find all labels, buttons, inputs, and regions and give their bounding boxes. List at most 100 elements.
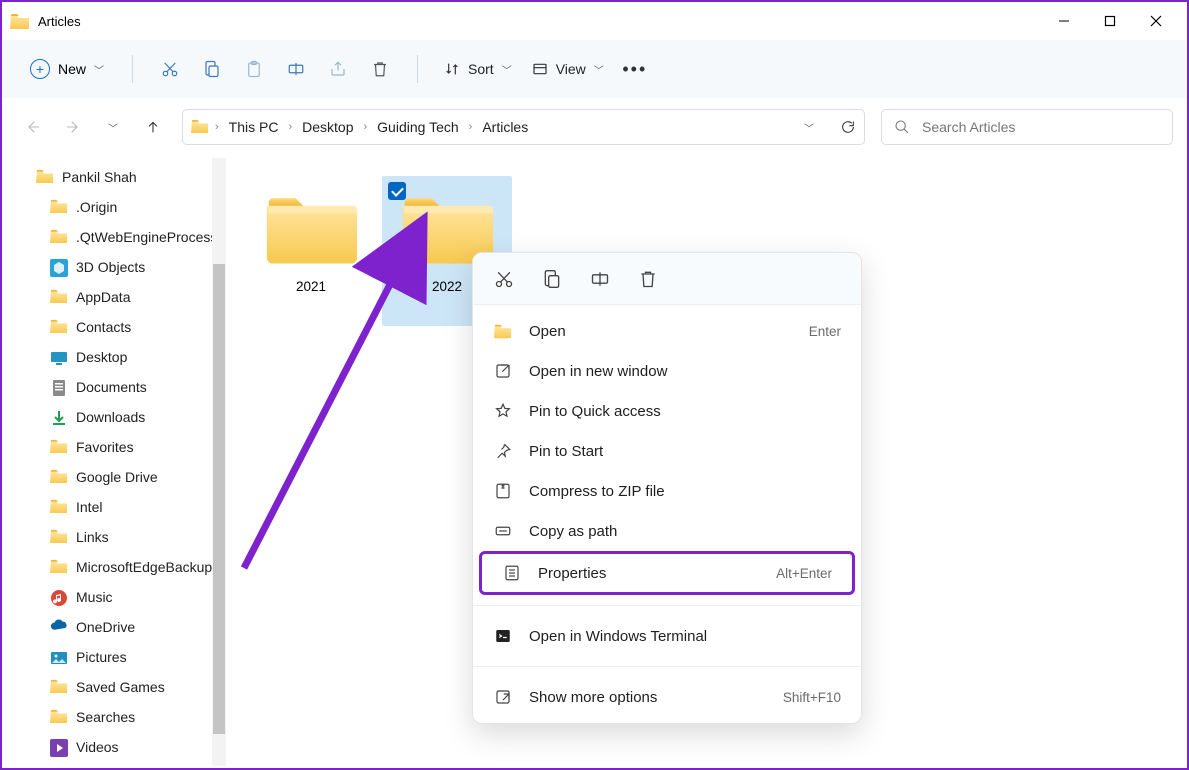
rename-button[interactable] bbox=[277, 50, 315, 88]
share-button[interactable] bbox=[319, 50, 357, 88]
tree-item-label: Searches bbox=[76, 709, 135, 725]
address-bar[interactable]: › This PC› Desktop› Guiding Tech› Articl… bbox=[182, 109, 865, 145]
context-menu-item-properties[interactable]: PropertiesAlt+Enter bbox=[479, 551, 855, 595]
maximize-button[interactable] bbox=[1087, 5, 1133, 37]
folder-icon bbox=[36, 169, 54, 185]
sort-icon bbox=[444, 61, 460, 77]
tree-item[interactable]: Videos bbox=[36, 732, 226, 762]
chevron-down-icon: ﹀ bbox=[594, 62, 604, 77]
folder-item[interactable]: 2021 bbox=[246, 176, 376, 326]
folder-icon bbox=[10, 13, 30, 29]
breadcrumb[interactable]: Articles bbox=[478, 117, 532, 137]
command-bar: + New ﹀ Sort ﹀ View ﹀ ••• bbox=[2, 40, 1187, 98]
delete-button[interactable] bbox=[361, 50, 399, 88]
star-icon bbox=[493, 401, 513, 421]
cut-button[interactable] bbox=[151, 50, 189, 88]
tree-item[interactable]: Desktop bbox=[36, 342, 226, 372]
tree-item-label: .Origin bbox=[76, 199, 117, 215]
navigation-pane[interactable]: Pankil Shah .Origin .QtWebEngineProcess3D… bbox=[4, 158, 226, 766]
tree-item-label: Favorites bbox=[76, 439, 134, 455]
more-button[interactable]: ••• bbox=[616, 50, 654, 88]
copy-icon[interactable] bbox=[541, 268, 563, 290]
tree-item[interactable]: .QtWebEngineProcess bbox=[36, 222, 226, 252]
properties-icon bbox=[502, 563, 522, 583]
tree-item-label: Desktop bbox=[76, 349, 127, 365]
context-menu-item-pin[interactable]: Pin to Start bbox=[473, 431, 861, 471]
breadcrumb[interactable]: This PC bbox=[225, 117, 283, 137]
paste-button[interactable] bbox=[235, 50, 273, 88]
tree-root[interactable]: Pankil Shah bbox=[36, 162, 226, 192]
new-window-icon bbox=[493, 361, 513, 381]
new-button[interactable]: + New ﹀ bbox=[20, 53, 114, 85]
checkbox-icon[interactable] bbox=[388, 182, 406, 200]
forward-button[interactable] bbox=[56, 110, 90, 144]
copy-button[interactable] bbox=[193, 50, 231, 88]
tree-item[interactable]: MicrosoftEdgeBackups bbox=[36, 552, 226, 582]
delete-icon[interactable] bbox=[637, 268, 659, 290]
context-menu-label: Show more options bbox=[529, 689, 767, 706]
breadcrumb[interactable]: Desktop bbox=[298, 117, 357, 137]
tree-item-label: OneDrive bbox=[76, 619, 135, 635]
back-button[interactable] bbox=[16, 110, 50, 144]
terminal-icon bbox=[493, 626, 513, 646]
tree-item-label: Documents bbox=[76, 379, 147, 395]
recent-button[interactable]: ﹀ bbox=[96, 110, 130, 144]
breadcrumb[interactable]: Guiding Tech bbox=[373, 117, 462, 137]
context-menu-item-star[interactable]: Pin to Quick access bbox=[473, 391, 861, 431]
tree-item[interactable]: Pictures bbox=[36, 642, 226, 672]
tree-item[interactable]: OneDrive bbox=[36, 612, 226, 642]
music-icon bbox=[50, 589, 68, 605]
context-menu-item-zip[interactable]: Compress to ZIP file bbox=[473, 471, 861, 511]
folder-icon bbox=[50, 289, 68, 305]
content-pane[interactable]: 20212022 OpenEnterOpen in new windowPin … bbox=[226, 158, 1185, 766]
minimize-button[interactable] bbox=[1041, 5, 1087, 37]
context-menu-item-more[interactable]: Show more optionsShift+F10 bbox=[473, 677, 861, 717]
tree-item[interactable]: Documents bbox=[36, 372, 226, 402]
tree-item[interactable]: .Origin bbox=[36, 192, 226, 222]
context-menu-label: Open in new window bbox=[529, 363, 841, 380]
downloads-icon bbox=[50, 409, 68, 425]
window-controls bbox=[1041, 5, 1179, 37]
new-label: New bbox=[58, 61, 86, 77]
context-menu-item-open[interactable]: OpenEnter bbox=[473, 311, 861, 351]
tree-item[interactable]: Searches bbox=[36, 702, 226, 732]
folder-icon bbox=[50, 559, 68, 575]
chevron-down-icon: ﹀ bbox=[94, 62, 104, 77]
context-menu-item-new-window[interactable]: Open in new window bbox=[473, 351, 861, 391]
scrollbar-thumb[interactable] bbox=[213, 264, 225, 734]
close-button[interactable] bbox=[1133, 5, 1179, 37]
sort-button[interactable]: Sort ﹀ bbox=[436, 55, 520, 83]
search-icon bbox=[894, 119, 910, 135]
tree-item-label: Google Drive bbox=[76, 469, 158, 485]
context-menu-toolbar bbox=[473, 253, 861, 305]
tree-item-label: Links bbox=[76, 529, 109, 545]
pictures-icon bbox=[50, 649, 68, 665]
folder-label: 2021 bbox=[296, 279, 326, 294]
folder-icon bbox=[50, 319, 68, 335]
tree-item[interactable]: Links bbox=[36, 522, 226, 552]
folder-icon bbox=[263, 188, 359, 271]
chevron-down-icon[interactable]: ﹀ bbox=[804, 120, 814, 135]
tree-item[interactable]: 3D Objects bbox=[36, 252, 226, 282]
search-box[interactable]: Search Articles bbox=[881, 109, 1173, 145]
up-button[interactable] bbox=[136, 110, 170, 144]
context-menu-item-terminal[interactable]: Open in Windows Terminal bbox=[473, 616, 861, 656]
rename-icon[interactable] bbox=[589, 268, 611, 290]
tree-item[interactable]: Saved Games bbox=[36, 672, 226, 702]
title-bar: Articles bbox=[2, 2, 1187, 40]
scrollbar[interactable] bbox=[212, 158, 226, 766]
folder-icon bbox=[50, 499, 68, 515]
tree-item[interactable]: Downloads bbox=[36, 402, 226, 432]
tree-item[interactable]: Google Drive bbox=[36, 462, 226, 492]
tree-item[interactable]: AppData bbox=[36, 282, 226, 312]
cut-icon[interactable] bbox=[493, 268, 515, 290]
context-menu-label: Open in Windows Terminal bbox=[529, 628, 841, 645]
refresh-icon[interactable] bbox=[840, 119, 856, 135]
tree-item[interactable]: Intel bbox=[36, 492, 226, 522]
tree-item[interactable]: Favorites bbox=[36, 432, 226, 462]
view-button[interactable]: View ﹀ bbox=[524, 55, 612, 83]
tree-item[interactable]: Contacts bbox=[36, 312, 226, 342]
tree-item[interactable]: Music bbox=[36, 582, 226, 612]
context-menu-item-path[interactable]: Copy as path bbox=[473, 511, 861, 551]
search-placeholder: Search Articles bbox=[922, 119, 1015, 135]
